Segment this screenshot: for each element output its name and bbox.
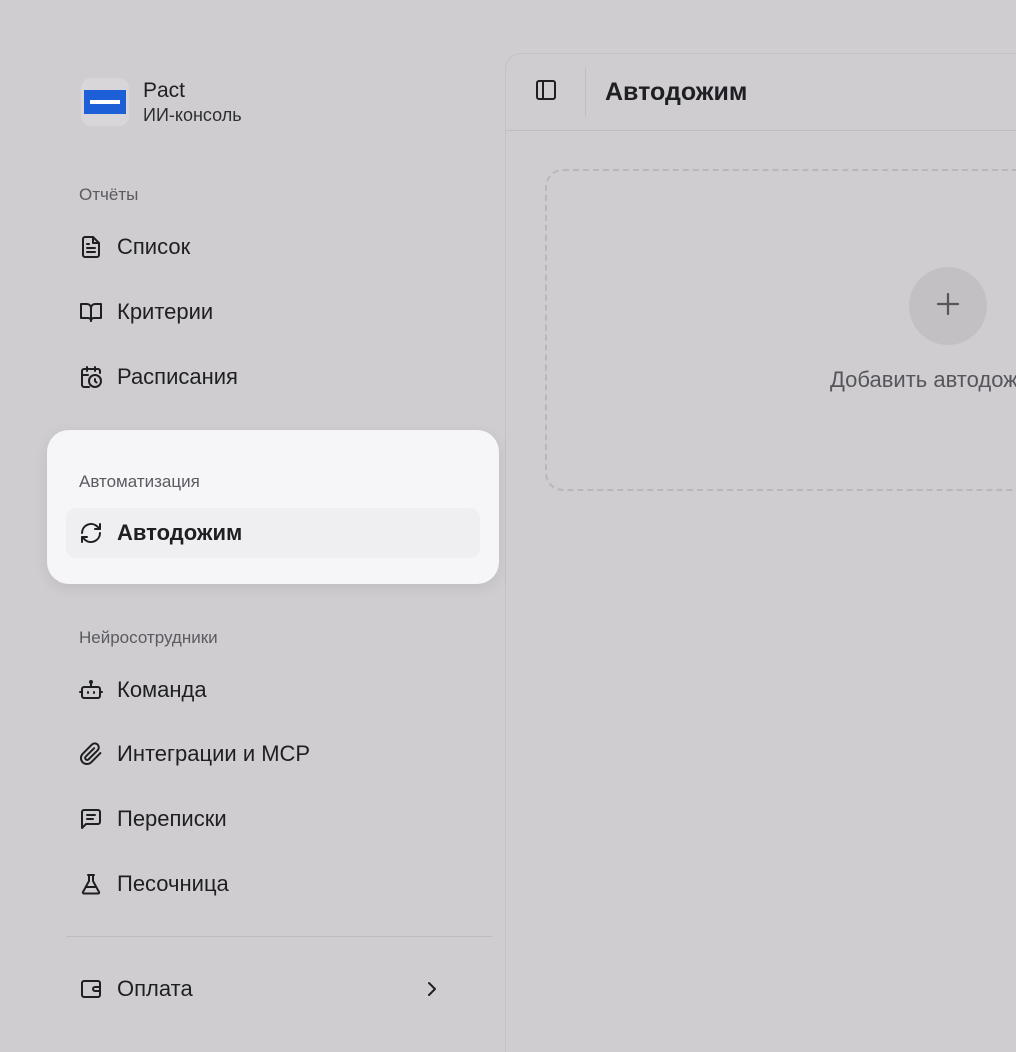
section-title-reports: Отчёты <box>79 185 139 204</box>
brand[interactable]: Pact ИИ-консоль <box>81 78 242 126</box>
sidebar-item-integrations[interactable]: Интеграции и MCP <box>66 729 480 779</box>
wallet-icon <box>79 977 103 1001</box>
brand-logo <box>81 78 129 126</box>
sidebar-item-sandbox[interactable]: Песочница <box>66 859 480 909</box>
sidebar-item-conversations[interactable]: Переписки <box>66 794 480 844</box>
sidebar-item-label: Оплата <box>117 976 193 1001</box>
sidebar-item-label: Переписки <box>117 806 227 831</box>
calendar-clock-icon <box>79 365 103 389</box>
document-icon <box>79 235 103 259</box>
flask-icon <box>79 872 103 896</box>
main-header: Автодожим <box>506 54 1016 131</box>
automation-section-card: Автоматизация Автодожим <box>47 430 499 584</box>
sidebar-item-payment[interactable]: Оплата <box>66 964 480 1014</box>
bot-icon <box>79 678 103 702</box>
chevron-right-icon <box>420 977 444 1001</box>
sidebar-divider <box>66 936 492 937</box>
sidebar-item-label: Команда <box>117 677 207 702</box>
sidebar-item-label: Автодожим <box>117 520 243 545</box>
section-title-automation: Автоматизация <box>79 472 200 491</box>
sidebar-item-list[interactable]: Список <box>66 222 480 272</box>
sidebar-item-autodozhim[interactable]: Автодожим <box>66 508 480 558</box>
sidebar-item-criteria[interactable]: Критерии <box>66 287 480 337</box>
main-panel: Автодожим Добавить автодожим <box>505 53 1016 1052</box>
plus-icon <box>933 289 963 324</box>
sidebar-item-label: Критерии <box>117 299 214 324</box>
sidebar-item-label: Интеграции и MCP <box>117 741 311 766</box>
message-square-icon <box>79 807 103 831</box>
sidebar-item-label: Песочница <box>117 871 229 896</box>
refresh-icon <box>79 521 103 545</box>
sidebar-item-label: Список <box>117 234 191 259</box>
section-title-neuro-employees: Нейросотрудники <box>79 628 218 647</box>
sidebar-toggle-button[interactable] <box>506 68 586 116</box>
add-button[interactable] <box>909 267 987 345</box>
brand-name: Pact <box>143 79 186 102</box>
add-autodozhim-card[interactable]: Добавить автодожим <box>545 169 1016 491</box>
sidebar-item-label: Расписания <box>117 364 238 389</box>
brand-subtitle: ИИ-консоль <box>143 105 242 125</box>
panel-left-icon <box>534 78 558 107</box>
sidebar-item-schedules[interactable]: Расписания <box>66 352 480 402</box>
book-open-icon <box>79 300 103 324</box>
page-title: Автодожим <box>605 77 748 106</box>
sidebar: Pact ИИ-консоль Отчёты Список Критерии Р… <box>0 0 505 1052</box>
add-autodozhim-label: Добавить автодожим <box>830 367 1016 392</box>
sidebar-item-team[interactable]: Команда <box>66 665 480 715</box>
paperclip-icon <box>79 742 103 766</box>
